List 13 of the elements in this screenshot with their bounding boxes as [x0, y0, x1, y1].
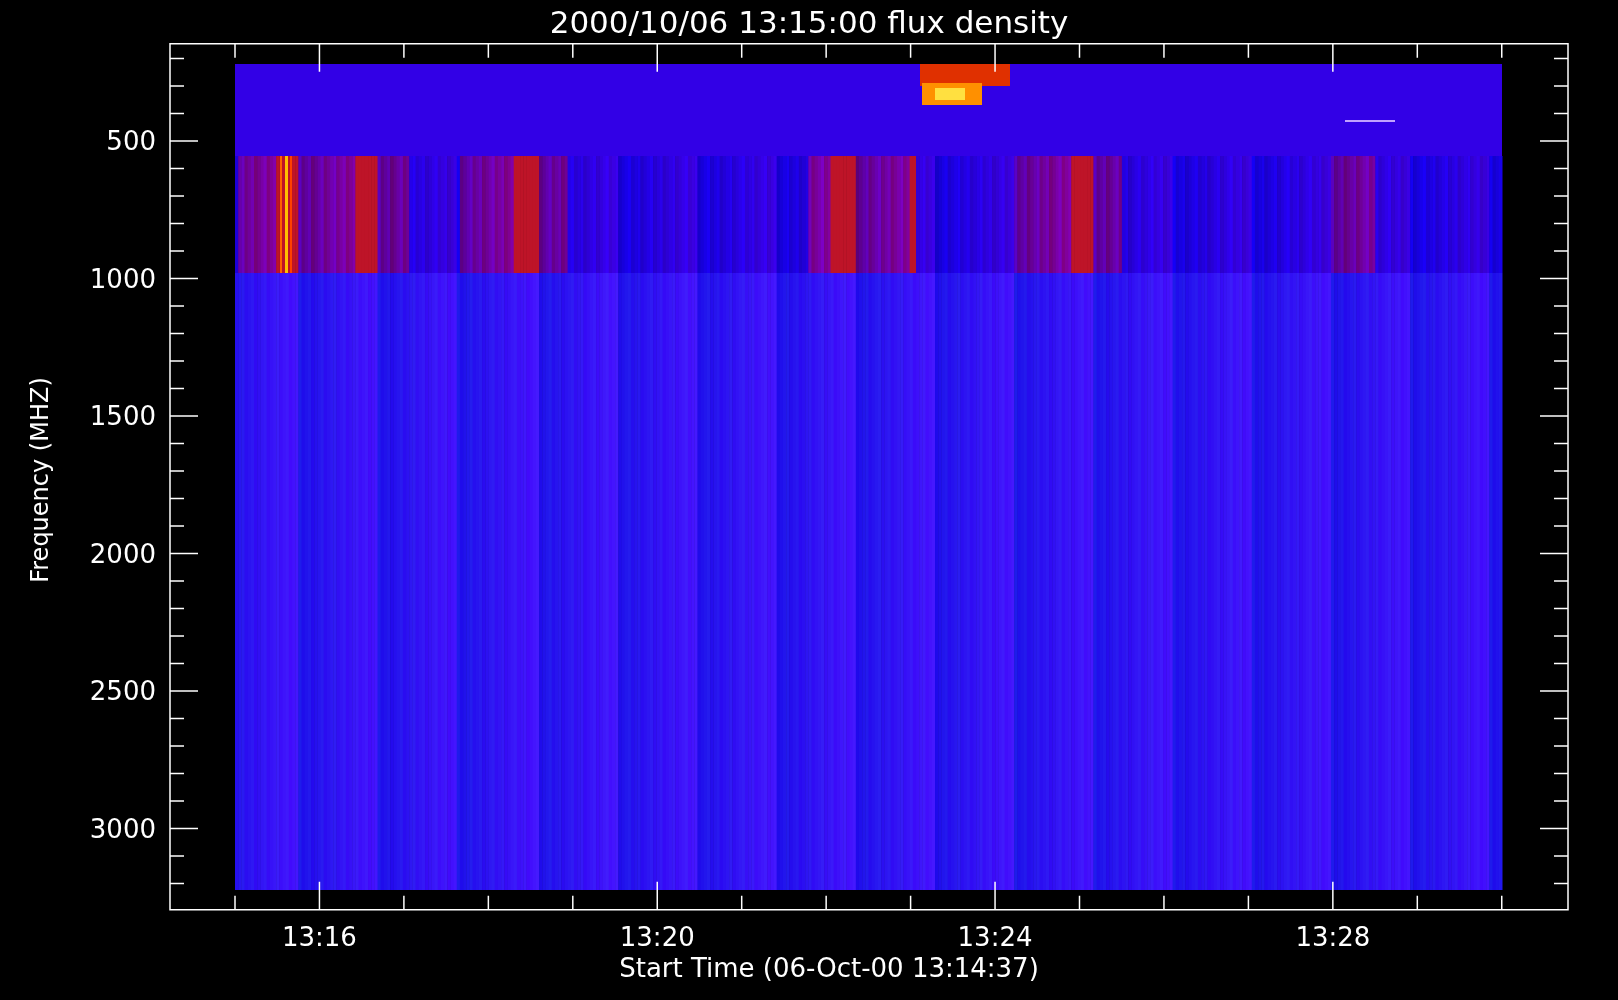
x-tick-label: 13:16 [282, 922, 357, 948]
x-axis-label: Start Time (06-Oct-00 13:14:37) [619, 952, 1039, 985]
x-tick-label: 13:20 [619, 922, 695, 948]
x-tick-label: 13:24 [957, 922, 1033, 948]
y-tick-label: 1000 [89, 263, 156, 294]
y-tick-label: 2500 [89, 676, 156, 706]
x-tick-label: 13:28 [1295, 922, 1371, 948]
y-tick-label: 500 [106, 126, 156, 156]
y-tick-label: 3000 [89, 813, 156, 844]
chart-title: 2000/10/06 13:15:00 flux density [549, 3, 1069, 40]
y-tick-label: 1500 [89, 401, 156, 431]
y-axis-label: Frequency (MHZ) [26, 377, 54, 583]
y-tick-label: 2000 [89, 538, 156, 569]
